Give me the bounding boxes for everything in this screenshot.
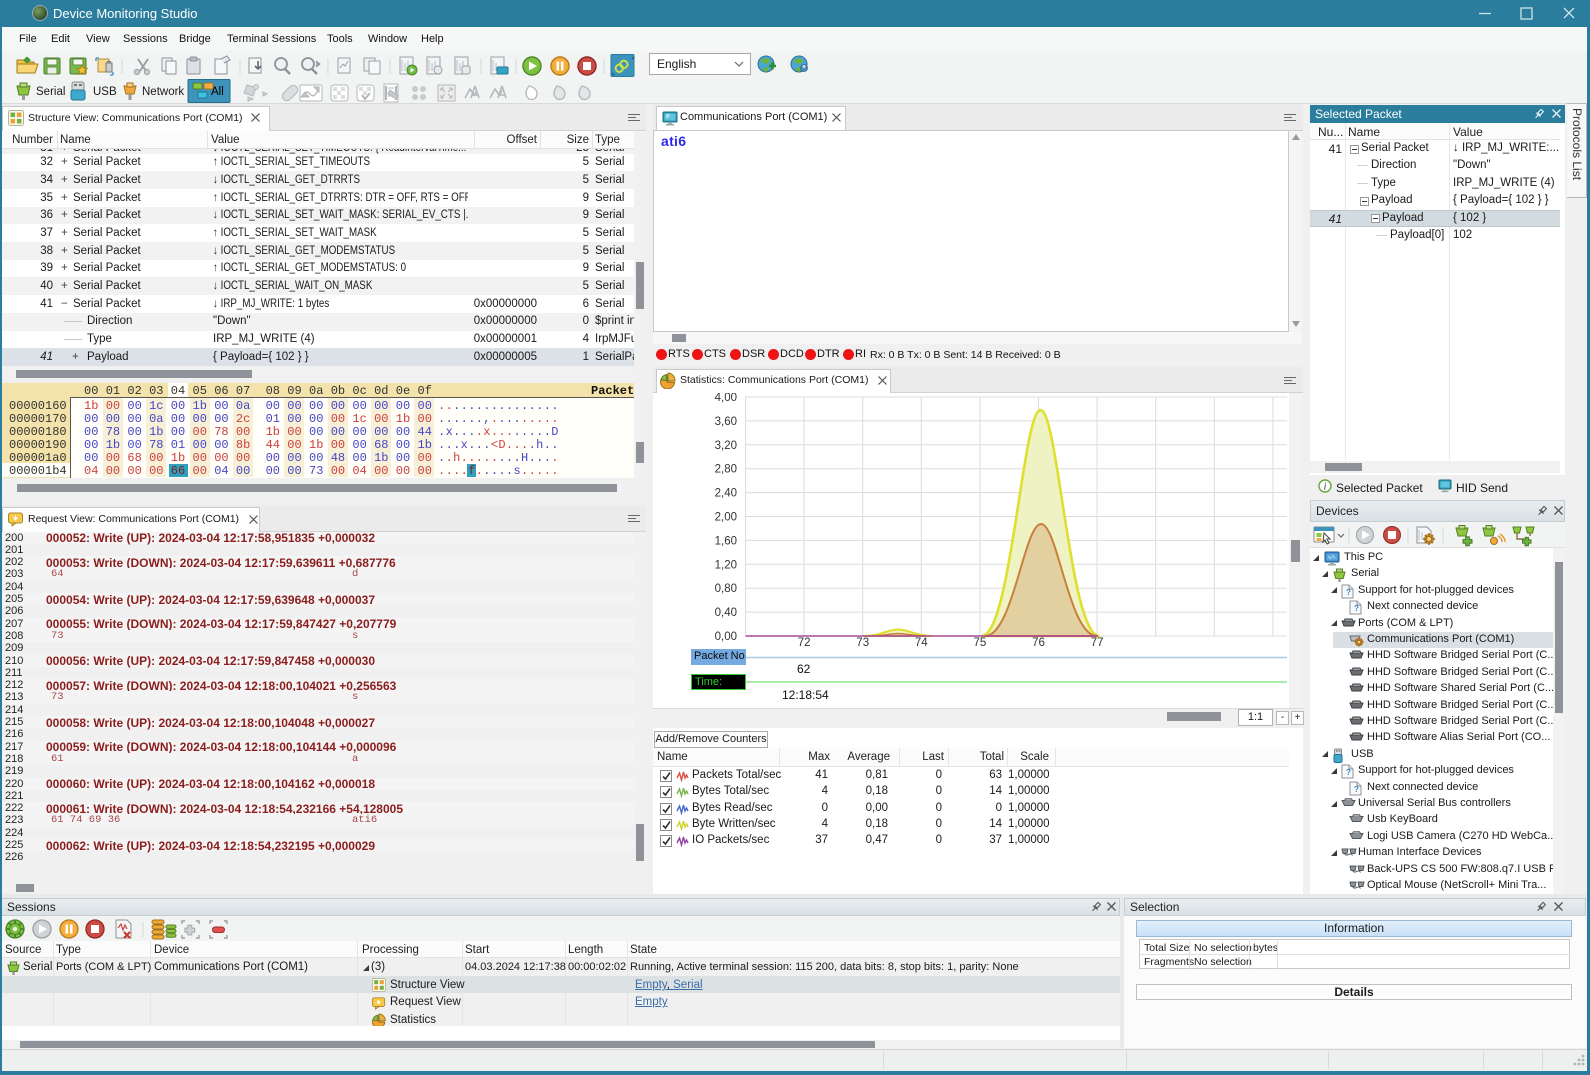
svg-text:72: 72: [798, 637, 811, 649]
svg-text:77: 77: [1091, 637, 1104, 649]
svg-text:2,40: 2,40: [715, 488, 737, 500]
svg-text:1,60: 1,60: [715, 535, 737, 547]
svg-text:74: 74: [915, 637, 928, 649]
svg-text:76: 76: [1032, 637, 1045, 649]
svg-text:0,80: 0,80: [715, 583, 737, 595]
svg-text:75: 75: [974, 637, 987, 649]
svg-text:i: i: [1324, 482, 1327, 493]
svg-text:1,20: 1,20: [715, 559, 737, 571]
svg-text:2,80: 2,80: [715, 464, 737, 476]
svg-text:3,60: 3,60: [715, 416, 737, 428]
svg-text:2,00: 2,00: [715, 512, 737, 524]
svg-text:?: ?: [1346, 768, 1351, 777]
svg-text:0,00: 0,00: [715, 631, 737, 643]
svg-text:73: 73: [856, 637, 869, 649]
svg-text:?: ?: [1354, 785, 1359, 794]
svg-text:4,00: 4,00: [715, 393, 737, 404]
svg-text:0,40: 0,40: [715, 607, 737, 619]
svg-text:?: ?: [1354, 604, 1359, 613]
svg-text:3,20: 3,20: [715, 440, 737, 452]
svg-text:?: ?: [1346, 588, 1351, 597]
